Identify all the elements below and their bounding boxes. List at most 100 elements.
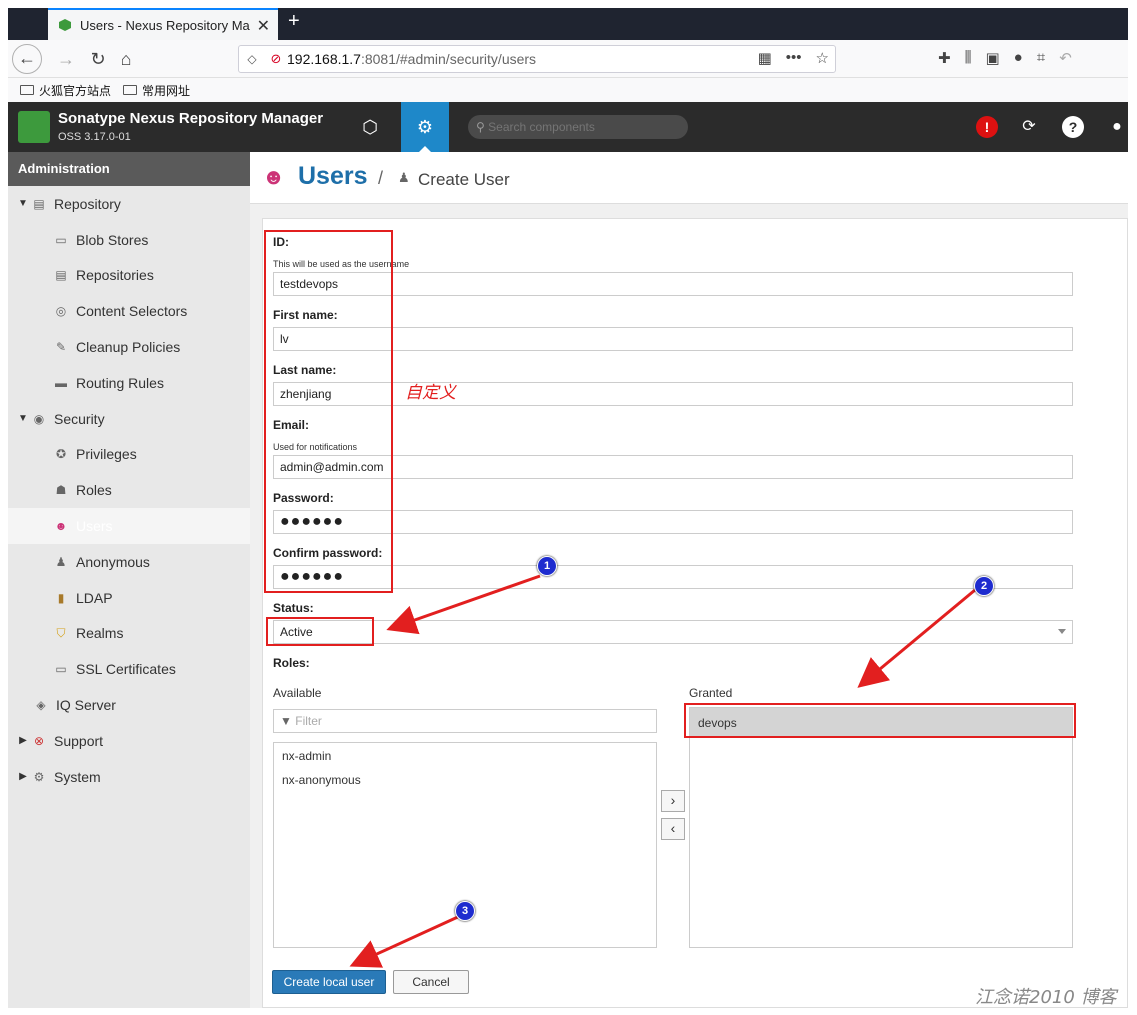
url-path: :8081/#admin/security/users	[360, 51, 537, 67]
support-icon: ⊗	[33, 733, 45, 748]
annotation-box-fields	[264, 230, 393, 593]
bookmark-item[interactable]: 常用网址	[123, 82, 190, 99]
tracking-shield-icon[interactable]: ◇	[239, 52, 265, 66]
status-dropdown[interactable]: Active	[273, 620, 1073, 644]
annotation-badge-2: 2	[974, 576, 994, 596]
sidebar-item-support[interactable]: ▶ ⊗ Support	[8, 723, 250, 759]
alert-icon[interactable]: !	[976, 116, 998, 138]
sidebar-item-realms[interactable]: ⛉ Realms	[8, 616, 250, 652]
breadcrumb-separator: /	[378, 168, 384, 188]
users-icon: ☻	[262, 164, 286, 189]
expanded-triangle-icon[interactable]: ▼	[16, 198, 30, 209]
insecure-lock-icon[interactable]: ⊘	[265, 51, 287, 67]
list-item[interactable]: nx-anonymous	[282, 773, 361, 787]
add-role-button[interactable]: ›	[661, 790, 685, 812]
refresh-icon[interactable]: ⟳	[1018, 116, 1040, 138]
user-icon[interactable]: ●	[1106, 116, 1128, 138]
url-bar[interactable]: ◇ ⊘ 192.168.1.7:8081/#admin/security/use…	[238, 45, 836, 73]
roles-label: Roles:	[273, 656, 310, 670]
create-local-user-button[interactable]: Create local user	[272, 970, 386, 994]
user-icon: ♟	[398, 170, 410, 185]
folder-icon	[123, 85, 138, 95]
page-title: Create User	[418, 170, 510, 189]
remove-role-button[interactable]: ‹	[661, 818, 685, 840]
admin-sidebar: Administration ▼ ▤ Repository ▭ Blob Sto…	[8, 152, 250, 1008]
sidebar-item-ssl-certificates[interactable]: ▭ SSL Certificates	[8, 651, 250, 687]
bookmark-item[interactable]: 火狐官方站点	[20, 82, 111, 99]
email-field[interactable]: admin@admin.com	[273, 455, 1073, 479]
app-name: Sonatype Nexus Repository Manager	[58, 110, 324, 127]
confirm-password-field[interactable]: ●●●●●●	[273, 565, 1073, 589]
annotation-custom-text: 自定义	[405, 383, 456, 403]
status-label: Status:	[273, 601, 314, 615]
iq-icon: ◈	[36, 698, 46, 713]
back-arrow-icon[interactable]: ←	[12, 44, 42, 74]
last-name-field[interactable]: zhenjiang	[273, 382, 1073, 406]
breadcrumb-users-link[interactable]: Users	[298, 162, 368, 191]
sidebar-item-security[interactable]: ▼ ◉ Security	[8, 401, 250, 437]
home-icon[interactable]: ⌂	[112, 46, 140, 74]
cancel-button[interactable]: Cancel	[393, 970, 469, 994]
users-icon: ☻	[54, 519, 68, 534]
expanded-triangle-icon[interactable]: ▼	[16, 413, 30, 424]
first-name-field[interactable]: lv	[273, 327, 1073, 351]
qr-code-icon[interactable]: ▦	[758, 49, 772, 67]
search-input[interactable]	[488, 120, 669, 134]
list-item[interactable]: nx-admin	[282, 749, 331, 763]
person-icon: ♟	[55, 554, 67, 569]
chevron-down-icon[interactable]	[1058, 629, 1066, 634]
sidebar-item-ldap[interactable]: ▮ LDAP	[8, 580, 250, 616]
app-header: Sonatype Nexus Repository Manager OSS 3.…	[8, 102, 1128, 152]
extensions-icon[interactable]: ✚	[938, 49, 951, 67]
reload-icon[interactable]: ↻	[84, 46, 112, 74]
sidebar-item-iq-server[interactable]: ◈ IQ Server	[8, 687, 250, 723]
collapsed-triangle-icon[interactable]: ▶	[16, 771, 30, 782]
sidebar-item-cleanup-policies[interactable]: ✎ Cleanup Policies	[8, 329, 250, 365]
database-icon: ▤	[33, 196, 45, 211]
sidebar-item-routing-rules[interactable]: ▬ Routing Rules	[8, 365, 250, 401]
screenshot-root: Users - Nexus Repository Ma ✕ + ← → ↻ ⌂ …	[0, 0, 1137, 1015]
sidebar-item-users[interactable]: ☻ Users	[8, 508, 250, 544]
url-host: 192.168.1.7	[287, 51, 361, 67]
annotation-badge-3: 3	[455, 901, 475, 921]
sidebar-header: Administration	[8, 152, 250, 186]
help-icon[interactable]: ?	[1062, 116, 1084, 138]
sidebar-item-privileges[interactable]: ✪ Privileges	[8, 437, 250, 473]
badge-icon: ✪	[55, 447, 67, 462]
search-box[interactable]: ⚲	[468, 115, 688, 139]
library-icon[interactable]: ⫼	[965, 49, 972, 67]
more-actions-icon[interactable]: •••	[786, 49, 802, 67]
sidebar-toggle-icon[interactable]: ▣	[985, 49, 999, 67]
annotation-box-status	[266, 617, 374, 646]
forward-arrow-icon[interactable]: →	[52, 46, 80, 74]
new-tab-icon[interactable]: +	[288, 10, 300, 33]
bookmarks-bar: 火狐官方站点 常用网址	[8, 78, 1128, 102]
app-version: OSS 3.17.0-01	[58, 131, 131, 143]
sidebar-item-blob-stores[interactable]: ▭ Blob Stores	[8, 222, 250, 258]
id-field[interactable]: testdevops	[273, 272, 1073, 296]
profile-avatar-icon[interactable]: ●	[1014, 49, 1023, 67]
watermark: 江念诺2010 博客	[975, 987, 1117, 1008]
sidebar-item-system[interactable]: ▶ ⚙ System	[8, 759, 250, 795]
collapsed-triangle-icon[interactable]: ▶	[16, 735, 30, 746]
sidebar-item-anonymous[interactable]: ♟ Anonymous	[8, 544, 250, 580]
sidebar-item-content-selectors[interactable]: ◎ Content Selectors	[8, 293, 250, 329]
admin-gear-icon[interactable]: ⚙	[401, 102, 449, 152]
folder-icon	[20, 85, 34, 95]
role-filter-input[interactable]: ▼ Filter	[273, 709, 657, 733]
undo-icon[interactable]: ↶	[1059, 49, 1072, 67]
routing-icon: ▬	[55, 375, 67, 390]
password-field[interactable]: ●●●●●●	[273, 510, 1073, 534]
granted-roles-list[interactable]: devops	[689, 707, 1073, 948]
database-icon: ▤	[55, 268, 67, 283]
sidebar-item-roles[interactable]: ☗ Roles	[8, 472, 250, 508]
browse-cube-icon[interactable]: ⬡	[348, 102, 392, 152]
bookmark-star-icon[interactable]: ☆	[816, 49, 829, 67]
search-icon: ⚲	[476, 120, 485, 134]
crop-icon[interactable]: ⌗	[1037, 49, 1045, 67]
browser-tab-users[interactable]: Users - Nexus Repository Ma ✕	[48, 8, 278, 40]
sidebar-item-repository[interactable]: ▼ ▤ Repository	[8, 186, 250, 222]
eye-icon: ◉	[33, 411, 45, 426]
tab-close-icon[interactable]: ✕	[257, 16, 270, 36]
sidebar-item-repositories[interactable]: ▤ Repositories	[8, 258, 250, 294]
